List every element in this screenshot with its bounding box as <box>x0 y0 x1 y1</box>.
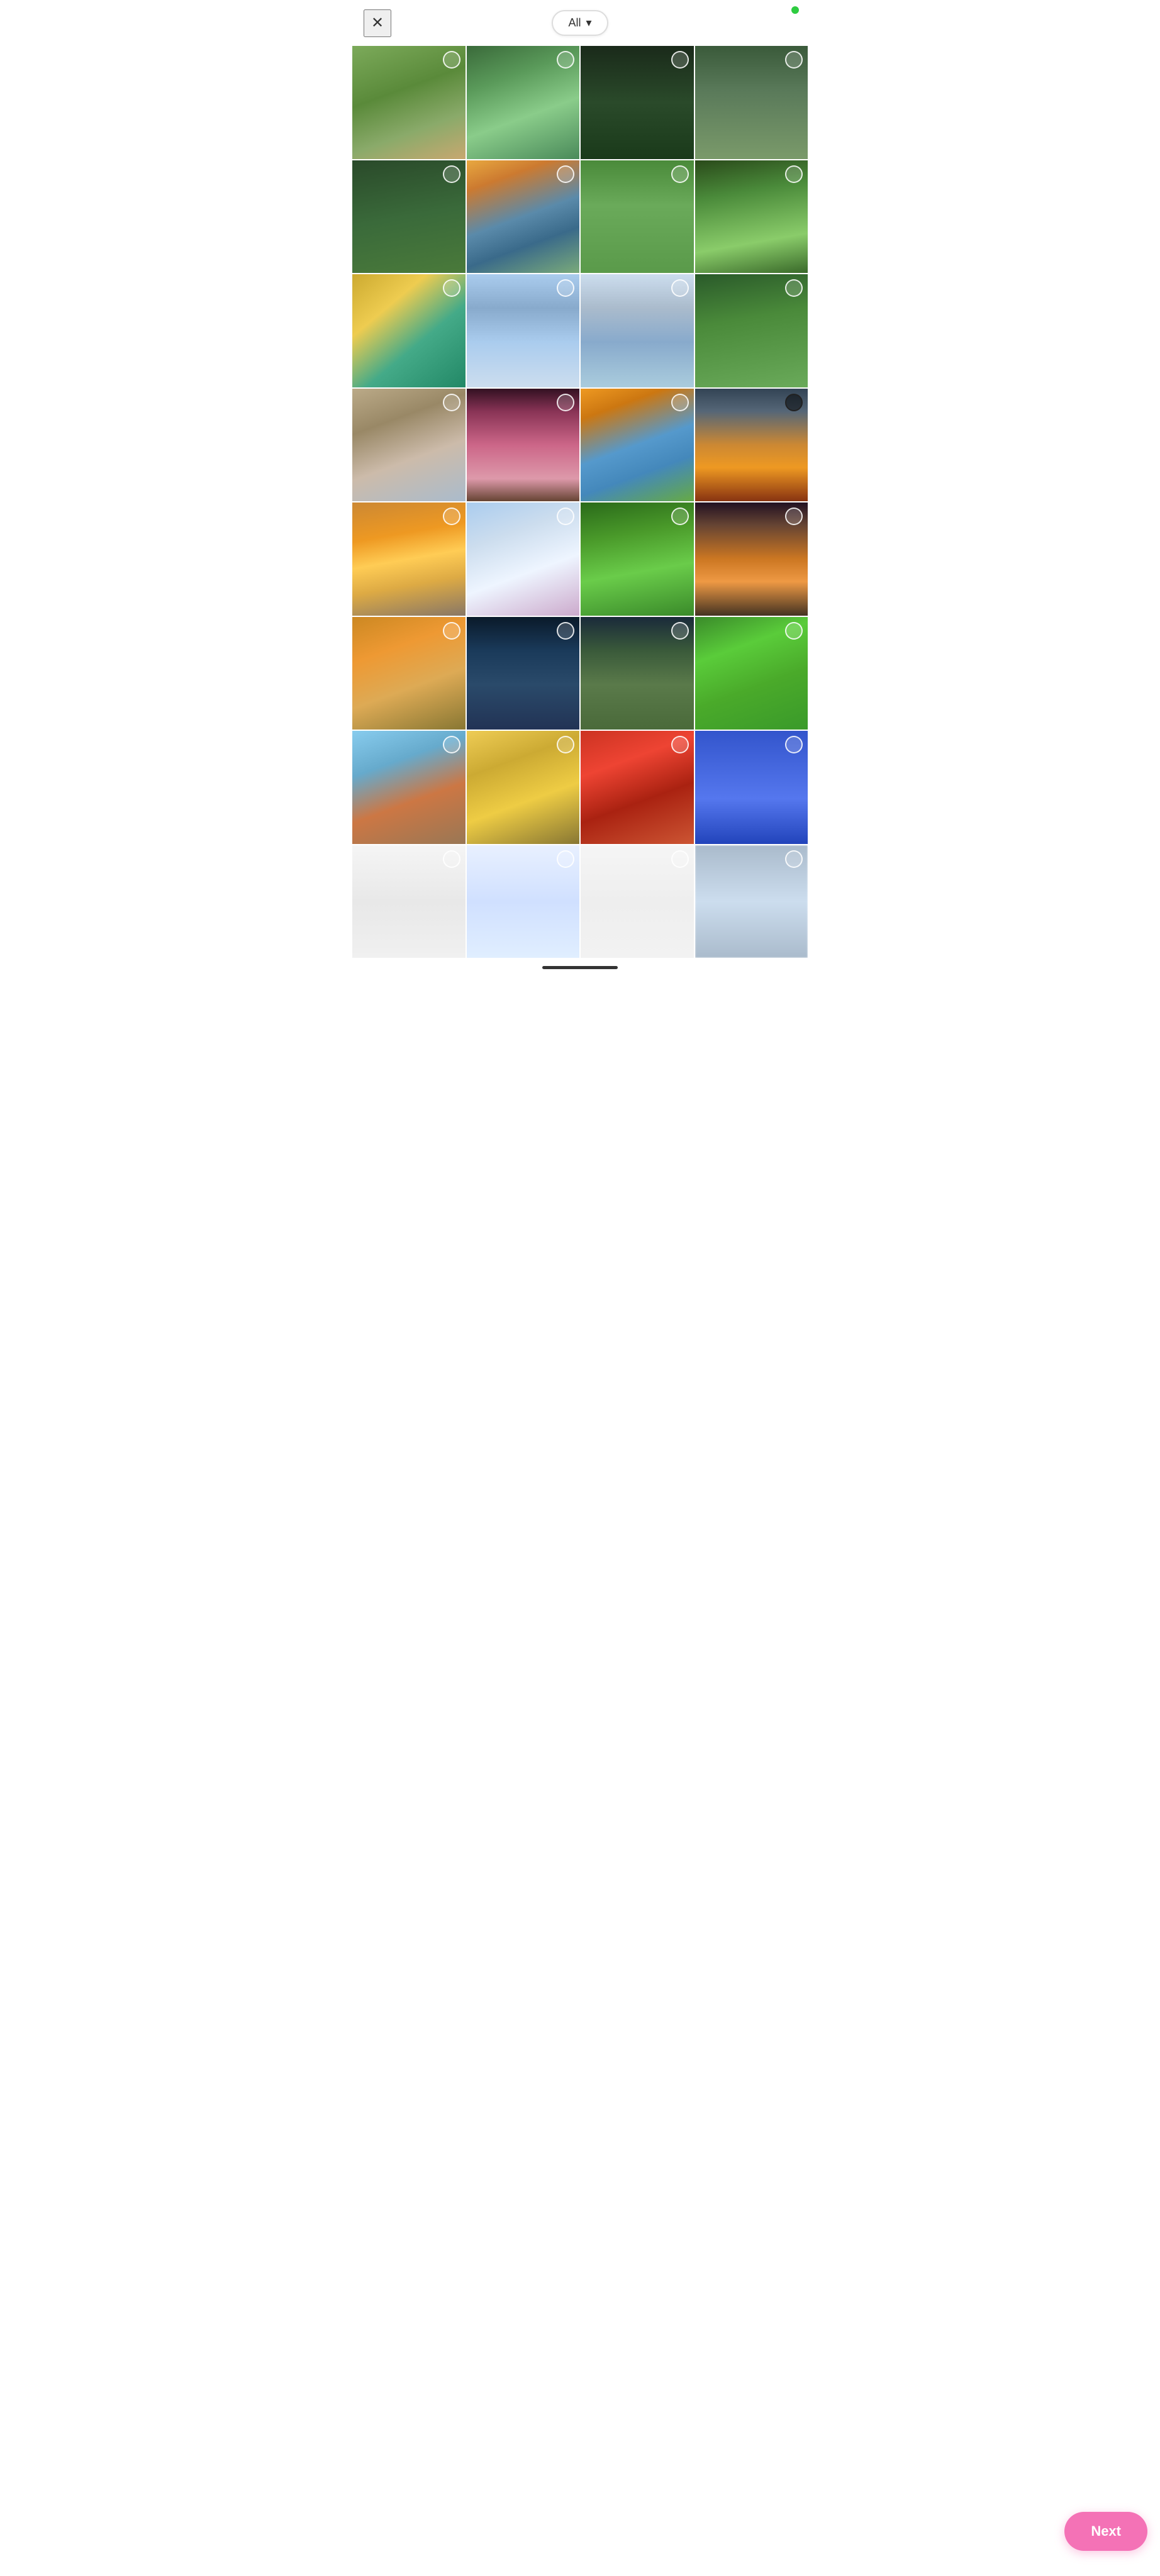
image-grid <box>351 46 809 958</box>
select-circle-11[interactable] <box>785 279 803 297</box>
filter-pill[interactable]: All ▾ <box>552 10 608 36</box>
grid-cell-11[interactable] <box>695 274 808 387</box>
grid-cell-7[interactable] <box>695 160 808 274</box>
grid-cell-8[interactable] <box>352 274 466 387</box>
grid-cell-16[interactable] <box>352 502 466 616</box>
grid-cell-30[interactable] <box>581 845 694 958</box>
select-circle-20[interactable] <box>443 622 460 640</box>
grid-cell-27[interactable] <box>695 731 808 844</box>
select-circle-17[interactable] <box>557 508 574 525</box>
select-circle-27[interactable] <box>785 736 803 753</box>
grid-cell-29[interactable] <box>467 845 580 958</box>
status-dot <box>791 6 799 14</box>
select-circle-16[interactable] <box>443 508 460 525</box>
grid-cell-23[interactable] <box>695 617 808 730</box>
select-circle-8[interactable] <box>443 279 460 297</box>
grid-cell-12[interactable] <box>352 389 466 502</box>
grid-cell-17[interactable] <box>467 502 580 616</box>
home-indicator <box>542 966 618 969</box>
select-circle-31[interactable] <box>785 850 803 868</box>
select-circle-10[interactable] <box>671 279 689 297</box>
select-circle-1[interactable] <box>557 51 574 69</box>
grid-cell-3[interactable] <box>695 46 808 159</box>
select-circle-25[interactable] <box>557 736 574 753</box>
grid-cell-0[interactable] <box>352 46 466 159</box>
grid-cell-14[interactable] <box>581 389 694 502</box>
select-circle-30[interactable] <box>671 850 689 868</box>
chevron-down-icon: ▾ <box>586 16 591 30</box>
select-circle-7[interactable] <box>785 165 803 183</box>
grid-cell-5[interactable] <box>467 160 580 274</box>
select-circle-5[interactable] <box>557 165 574 183</box>
select-circle-4[interactable] <box>443 165 460 183</box>
grid-cell-10[interactable] <box>581 274 694 387</box>
grid-cell-28[interactable] <box>352 845 466 958</box>
grid-cell-31[interactable] <box>695 845 808 958</box>
select-circle-9[interactable] <box>557 279 574 297</box>
grid-cell-1[interactable] <box>467 46 580 159</box>
select-circle-26[interactable] <box>671 736 689 753</box>
grid-cell-13[interactable] <box>467 389 580 502</box>
grid-cell-6[interactable] <box>581 160 694 274</box>
grid-cell-24[interactable] <box>352 731 466 844</box>
grid-cell-26[interactable] <box>581 731 694 844</box>
next-button[interactable]: Next <box>1064 2512 1147 2551</box>
select-circle-6[interactable] <box>671 165 689 183</box>
grid-cell-9[interactable] <box>467 274 580 387</box>
select-circle-24[interactable] <box>443 736 460 753</box>
select-circle-18[interactable] <box>671 508 689 525</box>
select-circle-3[interactable] <box>785 51 803 69</box>
select-circle-19[interactable] <box>785 508 803 525</box>
bottom-bar <box>351 958 809 983</box>
close-icon: ✕ <box>371 14 384 32</box>
select-circle-22[interactable] <box>671 622 689 640</box>
top-bar: ✕ All ▾ <box>351 0 809 46</box>
select-circle-28[interactable] <box>443 850 460 868</box>
select-circle-29[interactable] <box>557 850 574 868</box>
select-circle-21[interactable] <box>557 622 574 640</box>
select-circle-14[interactable] <box>671 394 689 411</box>
grid-cell-19[interactable] <box>695 502 808 616</box>
select-circle-13[interactable] <box>557 394 574 411</box>
filter-label: All <box>568 16 581 30</box>
close-button[interactable]: ✕ <box>364 9 391 37</box>
select-circle-23[interactable] <box>785 622 803 640</box>
grid-cell-4[interactable] <box>352 160 466 274</box>
select-circle-15[interactable] <box>785 394 803 411</box>
grid-cell-22[interactable] <box>581 617 694 730</box>
grid-cell-25[interactable] <box>467 731 580 844</box>
grid-cell-15[interactable] <box>695 389 808 502</box>
grid-cell-21[interactable] <box>467 617 580 730</box>
grid-cell-2[interactable] <box>581 46 694 159</box>
select-circle-0[interactable] <box>443 51 460 69</box>
select-circle-2[interactable] <box>671 51 689 69</box>
grid-cell-18[interactable] <box>581 502 694 616</box>
grid-cell-20[interactable] <box>352 617 466 730</box>
select-circle-12[interactable] <box>443 394 460 411</box>
